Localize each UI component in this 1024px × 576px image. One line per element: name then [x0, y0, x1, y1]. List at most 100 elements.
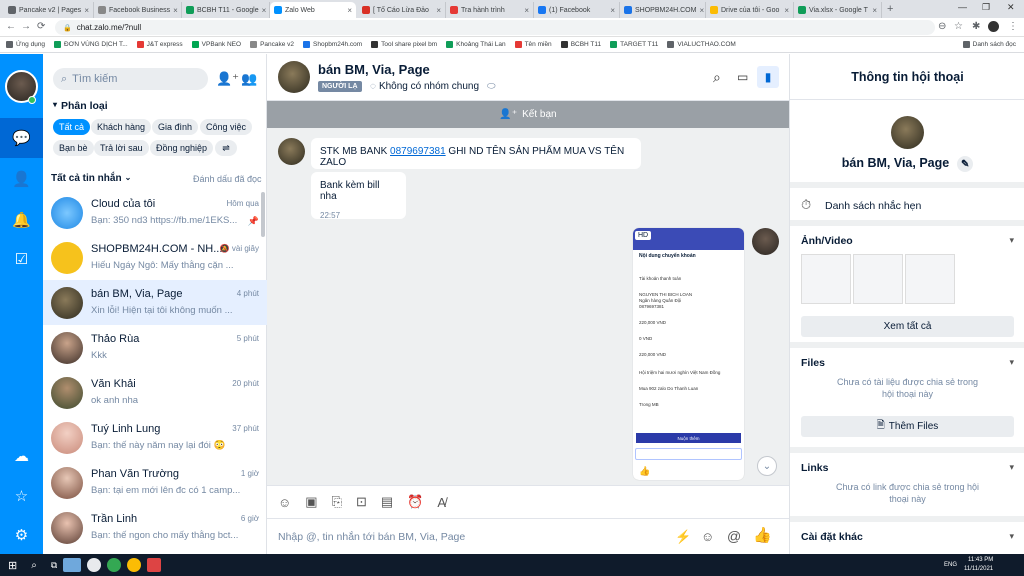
add-friend-icon[interactable]: 👤⁺ [216, 71, 239, 87]
bookmark-item[interactable]: Tool share pixel bm [371, 41, 437, 48]
app-icon[interactable] [107, 558, 122, 572]
clock-date[interactable]: 11/11/2021 [964, 566, 993, 572]
add-friend-bar[interactable]: 👤⁺ Kết bạn [267, 101, 789, 128]
conversation-item[interactable]: Thảo Rùa Kkk 5 phút [43, 325, 267, 370]
todo-check-icon[interactable]: ☑ [9, 246, 34, 271]
bookmark-item[interactable]: J&T express [136, 41, 183, 48]
mention-icon[interactable]: @ [727, 528, 741, 544]
bookmark-item[interactable]: ĐƠN VÙNG DỊCH T... [54, 41, 128, 48]
chip-colleagues[interactable]: Đồng nghiệp [150, 140, 214, 156]
info-avatar[interactable] [891, 116, 924, 149]
search-input[interactable]: ⌕ Tìm kiếm [53, 68, 208, 90]
other-settings-section[interactable]: Cài đặt khác ▾ [790, 516, 1024, 554]
image-icon[interactable]: ▣ [305, 494, 317, 510]
close-icon[interactable]: × [347, 6, 352, 15]
contacts-icon[interactable]: 👤 [9, 166, 34, 191]
conversation-item-selected[interactable]: bán BM, Via, Page Xin lỗi! Hiện tại tôi … [43, 280, 267, 325]
sticker-icon[interactable]: ☺ [278, 495, 291, 510]
reminder-clock-icon[interactable]: ⏰ [407, 494, 423, 510]
notification-bell-icon[interactable]: 🔔 [9, 207, 34, 232]
browser-tab[interactable]: Facebook Business × [94, 2, 182, 18]
chrome-icon[interactable] [127, 558, 142, 572]
restore-icon[interactable]: ❐ [982, 2, 990, 13]
new-tab-icon[interactable]: + [887, 3, 893, 15]
quick-message-icon[interactable]: ⚡ [675, 529, 691, 545]
chip-reply-later[interactable]: Trả lời sau [94, 140, 149, 156]
conversation-item[interactable]: Tuý Linh Lung Bạn: thế này năm nay lại đ… [43, 415, 267, 460]
close-icon[interactable]: × [262, 6, 267, 15]
sender-avatar[interactable] [278, 138, 305, 165]
contact-card-icon[interactable]: ▤ [381, 494, 393, 510]
bookmark-item[interactable]: VIALUCTHAO.COM [667, 41, 736, 48]
chip-all[interactable]: Tất cả [53, 119, 91, 135]
extensions-icon[interactable]: ✱ [972, 21, 980, 32]
pin-icon[interactable]: 📌 [248, 216, 259, 227]
messages-icon[interactable]: 💬 [0, 118, 43, 158]
settings-gear-icon[interactable]: ⚙ [9, 522, 34, 547]
reload-icon[interactable]: ⟳ [37, 21, 45, 32]
bank-receipt-image[interactable]: HD Nội dung chuyển khoản Tài khoản thanh… [633, 228, 744, 480]
bookmark-item[interactable]: Pancake v2 [250, 41, 294, 48]
browser-tab[interactable]: [ Tố Cáo Lừa Đảo × [358, 2, 446, 18]
emoji-icon[interactable]: ☺ [701, 529, 714, 544]
close-icon[interactable]: × [872, 6, 877, 15]
close-window-icon[interactable]: ✕ [1007, 2, 1015, 13]
thumbs-up-icon[interactable]: 👍 [753, 526, 772, 544]
media-thumbnail[interactable] [801, 254, 851, 304]
star-icon[interactable]: ☆ [954, 21, 963, 32]
message-input[interactable]: Nhập @, tin nhắn tới bán BM, Via, Page [278, 531, 658, 543]
browser-tab[interactable]: SHOPBM24H.COM × [620, 2, 706, 18]
like-reaction-icon[interactable]: 👍 [639, 466, 650, 477]
chip-customers[interactable]: Khách hàng [91, 119, 152, 135]
menu-icon[interactable]: ⋮ [1008, 21, 1018, 32]
chevron-down-icon[interactable]: ▾ [1009, 462, 1014, 473]
bookmark-item[interactable]: TARGET T11 [610, 41, 658, 48]
attach-file-icon[interactable]: ⎘ [332, 494, 342, 510]
media-thumbnail[interactable] [905, 254, 955, 304]
conversation-info-toggle-icon[interactable]: ▮ [757, 66, 779, 88]
close-icon[interactable]: × [173, 6, 178, 15]
chevron-down-icon[interactable]: ▾ [1009, 357, 1014, 368]
bookmark-item[interactable]: Tên miền [514, 41, 552, 48]
conversation-item[interactable]: Phan Văn Trường Bạn: tại em mới lên đc c… [43, 460, 267, 505]
conversation-item[interactable]: SHOPBM24H.COM - NH... Hiếu Ngáy Ngô: Mấy… [43, 235, 267, 280]
reading-list[interactable]: Danh sách đọc [962, 41, 1016, 48]
tag-icon[interactable]: ⬭ [487, 81, 496, 92]
filter-settings-icon[interactable]: ⇌ [215, 140, 237, 156]
browser-tab[interactable]: (1) Facebook × [534, 2, 620, 18]
search-icon[interactable]: ⌕ [713, 69, 721, 86]
message-bubble[interactable]: Bank kèm bill nha 22:57 [311, 172, 406, 220]
conversation-item[interactable]: Trần Linh Bạn: thế ngon cho mấy thằng bc… [43, 505, 267, 550]
chip-friends[interactable]: Bạn bè [53, 140, 94, 156]
chip-family[interactable]: Gia đình [152, 119, 199, 135]
scrollbar[interactable] [261, 192, 265, 237]
conversation-item[interactable]: Cloud của tôi Bạn: 350 nd3 https://fb.me… [43, 190, 267, 235]
language-indicator[interactable]: ENG [944, 562, 957, 568]
scroll-down-icon[interactable]: ⌄ [757, 456, 777, 476]
minimize-icon[interactable]: — [958, 2, 967, 12]
app-icon[interactable] [147, 558, 162, 572]
close-icon[interactable]: × [610, 6, 615, 15]
message-bubble[interactable]: STK MB BANK 0879697381 GHI ND TÊN SẢN PH… [311, 138, 641, 169]
mark-read-link[interactable]: Đánh dấu đã đọc [193, 174, 262, 184]
star-icon[interactable]: ☆ [9, 483, 34, 508]
browser-tab-active[interactable]: Zalo Web × [270, 2, 356, 18]
close-icon[interactable]: × [784, 6, 789, 15]
media-thumbnail[interactable] [853, 254, 903, 304]
bookmark-item[interactable]: Ứng dụng [6, 41, 45, 48]
close-icon[interactable]: × [436, 6, 441, 15]
bookmark-item[interactable]: Shopbm24h.com [303, 41, 362, 48]
chevron-down-icon[interactable]: ▾ [1009, 235, 1014, 246]
chat-avatar[interactable] [278, 61, 310, 93]
all-messages-dropdown[interactable]: Tất cả tin nhắn ⌄ [51, 173, 131, 184]
browser-tab[interactable]: Drive của tôi - Goo × [706, 2, 794, 18]
create-group-icon[interactable]: 👥 [241, 71, 257, 87]
category-header[interactable]: ▾ Phân loại [53, 100, 108, 112]
forward-icon[interactable]: → [21, 21, 31, 32]
browser-tab[interactable]: Tra hành trình × [446, 2, 534, 18]
phone-link[interactable]: 0879697381 [390, 146, 446, 157]
close-icon[interactable]: × [524, 6, 529, 15]
url-field[interactable]: 🔒 chat.zalo.me/?null [55, 20, 935, 35]
conversation-item[interactable]: Văn Khải ok anh nha 20 phút [43, 370, 267, 415]
task-view-icon[interactable]: ⧉ [51, 560, 57, 571]
